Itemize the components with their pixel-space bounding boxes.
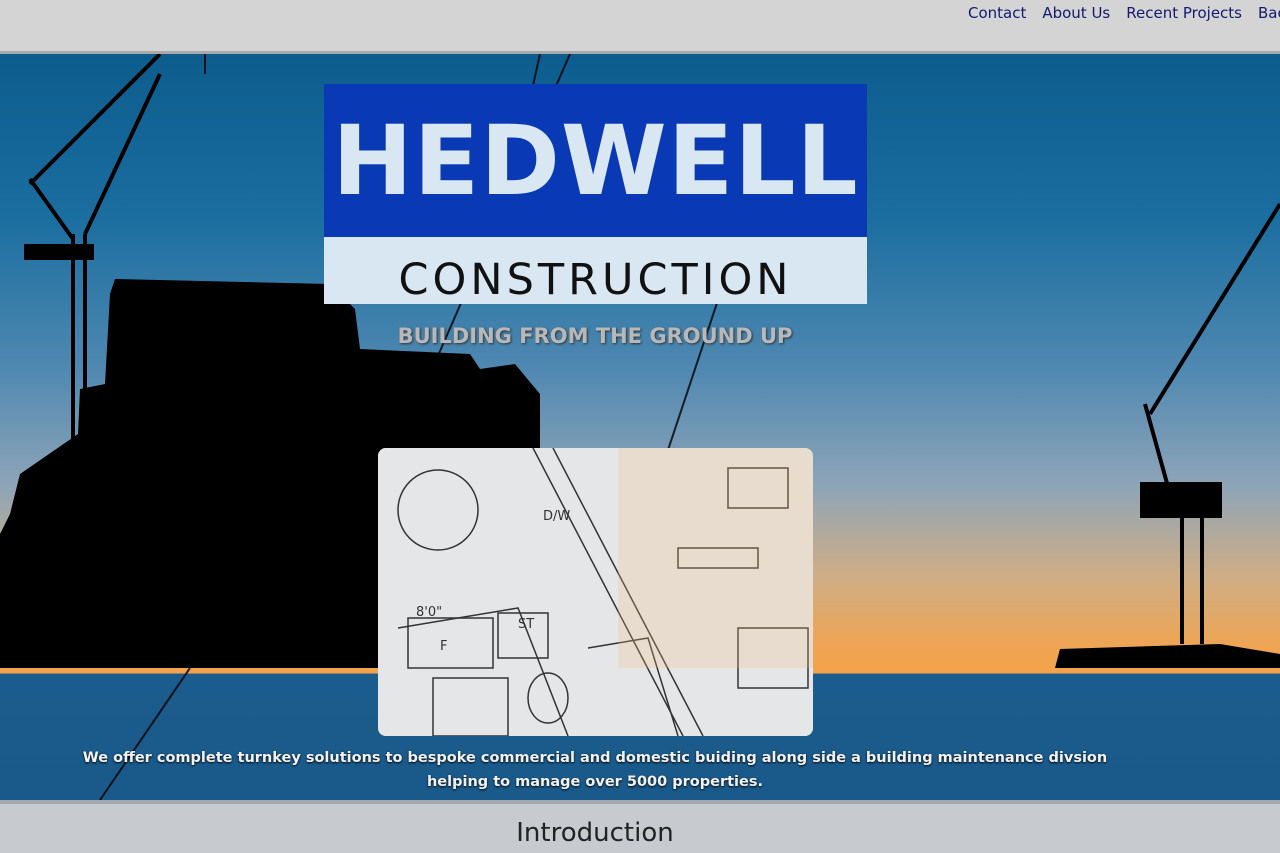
blueprint-image: 8'0" F ST D/W: [378, 448, 813, 736]
main-nav: Contact About Us Recent Projects Back: [968, 4, 1280, 22]
nav-back[interactable]: Back: [1258, 4, 1280, 22]
logo-text-construction: CONSTRUCTION: [398, 255, 793, 305]
top-nav-bar: Contact About Us Recent Projects Back: [0, 0, 1280, 54]
logo-text-hedwell: HEDWELL: [332, 104, 859, 217]
hero-section: HEDWELL CONSTRUCTION BUILDING FROM THE G…: [0, 54, 1280, 800]
nav-about-us[interactable]: About Us: [1042, 4, 1110, 22]
company-logo: HEDWELL CONSTRUCTION: [324, 84, 867, 304]
hero-description: We offer complete turnkey solutions to b…: [82, 750, 1108, 790]
svg-text:8'0": 8'0": [416, 605, 442, 620]
nav-contact[interactable]: Contact: [968, 4, 1026, 22]
nav-recent-projects[interactable]: Recent Projects: [1126, 4, 1242, 22]
svg-text:D/W: D/W: [543, 509, 570, 524]
hero-tagline: BUILDING FROM THE GROUND UP: [397, 324, 793, 348]
svg-text:ST: ST: [518, 617, 534, 632]
introduction-heading: Introduction: [516, 818, 674, 848]
svg-text:F: F: [440, 639, 447, 654]
section-divider: [0, 800, 1280, 804]
